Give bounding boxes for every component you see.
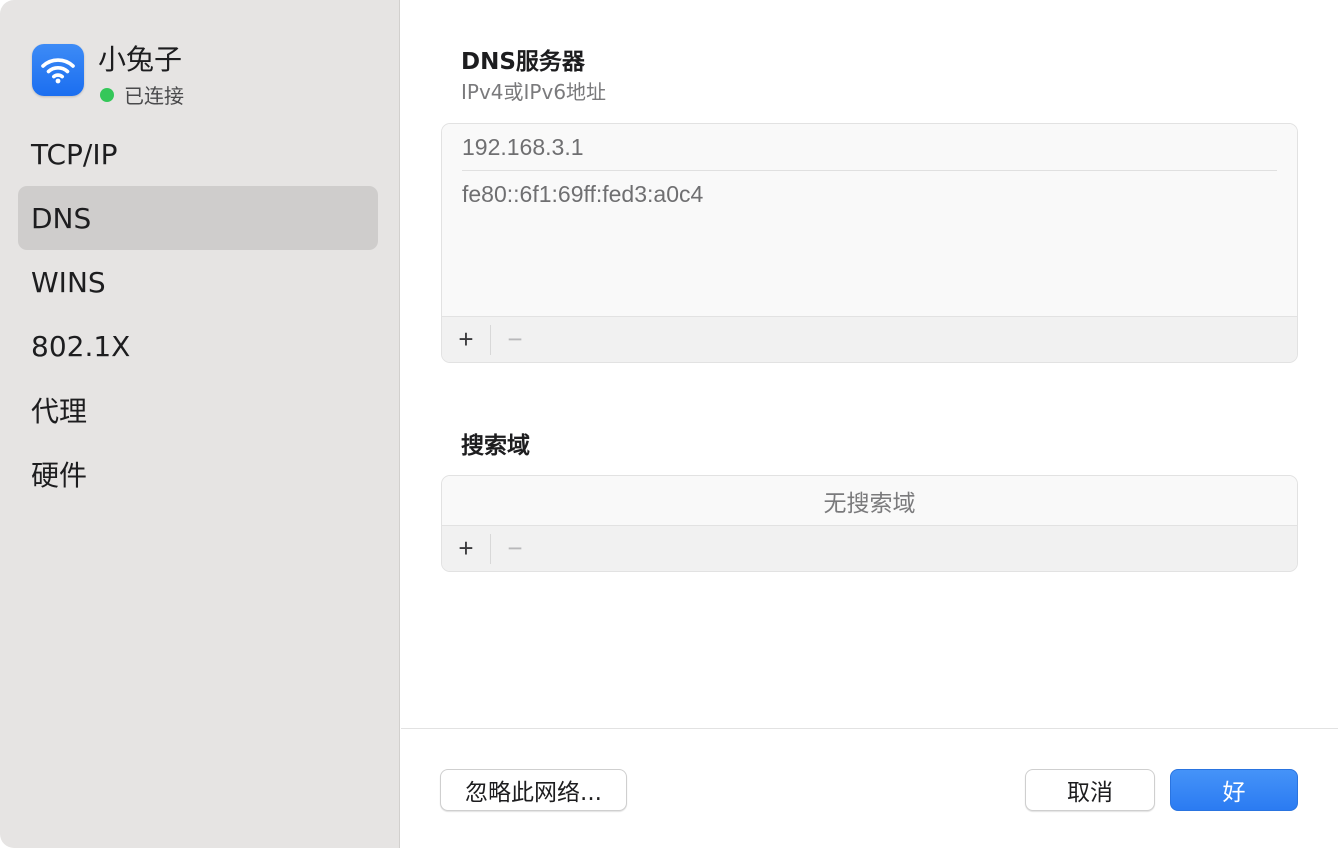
add-dns-server-button[interactable]: + [442,324,490,356]
sidebar-nav: TCP/IP DNS WINS 802.1X 代理 硬件 [18,122,378,506]
status-text: 已连接 [124,84,184,108]
dns-servers-list: 192.168.3.1 fe80::6f1:69ff:fed3:a0c4 + − [441,123,1298,363]
wifi-icon [32,44,84,96]
sidebar: 小兔子 已连接 TCP/IP DNS WINS 802.1X 代理 硬件 [0,0,400,848]
network-name: 小兔子 [98,43,183,76]
search-domains-toolbar: + − [442,525,1297,571]
main-panel: DNS服务器 IPv4或IPv6地址 192.168.3.1 fe80::6f1… [401,0,1338,848]
connection-status: 已连接 [100,80,184,109]
dns-server-row[interactable]: 192.168.3.1 [462,124,1277,171]
dns-server-row[interactable]: fe80::6f1:69ff:fed3:a0c4 [462,171,1277,218]
sidebar-item-proxy[interactable]: 代理 [18,378,378,442]
dns-servers-toolbar: + − [442,316,1297,362]
dns-servers-rows: 192.168.3.1 fe80::6f1:69ff:fed3:a0c4 [442,124,1297,316]
search-domains-empty: 无搜索域 [442,476,1297,525]
status-dot-icon [100,87,114,102]
sidebar-item-8021x[interactable]: 802.1X [18,314,378,378]
dns-servers-subtitle: IPv4或IPv6地址 [461,80,607,104]
sidebar-item-hardware[interactable]: 硬件 [18,442,378,506]
search-domains-list: 无搜索域 + − [441,475,1298,572]
sidebar-item-wins[interactable]: WINS [18,250,378,314]
forget-network-button[interactable]: 忽略此网络... [440,769,627,811]
network-dns-dialog: 小兔子 已连接 TCP/IP DNS WINS 802.1X 代理 硬件 DNS… [0,0,1338,848]
footer-divider [401,728,1338,729]
search-domains-title: 搜索域 [461,433,530,459]
sidebar-item-tcpip[interactable]: TCP/IP [18,122,378,186]
dns-servers-title: DNS服务器 [461,49,585,75]
add-search-domain-button[interactable]: + [442,533,490,565]
network-header: 小兔子 已连接 [32,38,372,108]
remove-dns-server-button[interactable]: − [491,324,539,356]
cancel-button[interactable]: 取消 [1025,769,1155,811]
sidebar-item-dns[interactable]: DNS [18,186,378,250]
ok-button[interactable]: 好 [1170,769,1298,811]
remove-search-domain-button[interactable]: − [491,533,539,565]
